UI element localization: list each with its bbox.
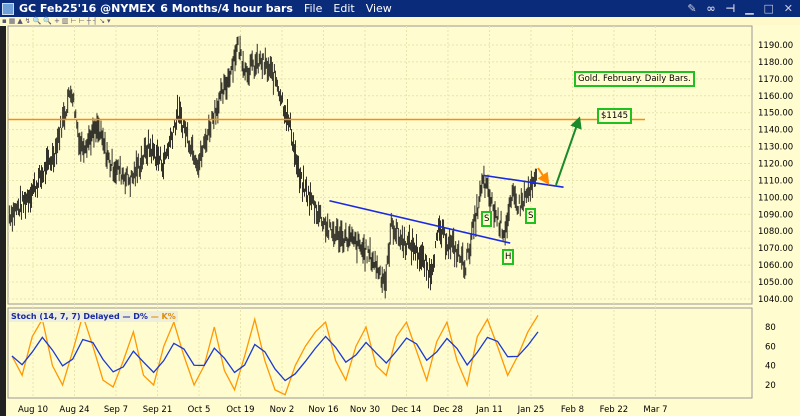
y-tick-label: 1060.00 bbox=[758, 261, 793, 271]
y-tick-label: 1080.00 bbox=[758, 227, 793, 237]
trendline bbox=[483, 174, 564, 189]
stoch-name: Stoch bbox=[11, 312, 37, 321]
x-tick-label: Oct 5 bbox=[188, 405, 211, 415]
y-tick-label: 1150.00 bbox=[758, 109, 793, 119]
d-legend: — D% bbox=[122, 312, 148, 321]
stoch-params: (14, 7, 7) Delayed bbox=[39, 312, 120, 321]
target-label: $1145 bbox=[597, 108, 633, 124]
right-shoulder-label: S bbox=[525, 208, 537, 224]
y-tick-label: 1110.00 bbox=[758, 176, 793, 186]
x-tick-label: Nov 30 bbox=[350, 405, 380, 415]
y-tick-label: 1120.00 bbox=[758, 160, 793, 170]
stoch-tick-label: 60 bbox=[765, 342, 776, 352]
y-tick-label: 1170.00 bbox=[758, 75, 793, 85]
y-tick-label: 1140.00 bbox=[758, 126, 793, 136]
x-tick-label: Nov 2 bbox=[270, 405, 295, 415]
stoch-legend[interactable]: Stoch (14, 7, 7) Delayed — D% — K% bbox=[9, 311, 178, 322]
x-tick-label: Sep 7 bbox=[104, 405, 128, 415]
x-tick-label: Feb 22 bbox=[600, 405, 629, 415]
stoch-tick-label: 80 bbox=[765, 323, 776, 333]
x-tick-label: Jan 11 bbox=[475, 405, 503, 415]
x-tick-label: Sep 21 bbox=[143, 405, 173, 415]
head-label: H bbox=[502, 249, 515, 265]
y-tick-label: 1190.00 bbox=[758, 41, 793, 51]
chart-title-label: Gold. February. Daily Bars. bbox=[574, 71, 695, 87]
y-tick-label: 1040.00 bbox=[758, 295, 793, 305]
y-tick-label: 1130.00 bbox=[758, 143, 793, 153]
y-tick-label: 1070.00 bbox=[758, 244, 793, 254]
left-scroll-strip bbox=[0, 26, 6, 416]
x-tick-label: Aug 24 bbox=[59, 405, 89, 415]
x-tick-label: Nov 16 bbox=[308, 405, 338, 415]
target-arrow bbox=[555, 116, 582, 186]
y-tick-label: 1090.00 bbox=[758, 210, 793, 220]
stoch-tick-label: 40 bbox=[765, 362, 776, 372]
k-legend: — K% bbox=[150, 312, 176, 321]
x-tick-label: Dec 14 bbox=[391, 405, 421, 415]
x-tick-label: Dec 28 bbox=[433, 405, 463, 415]
y-tick-label: 1160.00 bbox=[758, 92, 793, 102]
stoch-k-line bbox=[11, 313, 539, 396]
stoch-tick-label: 20 bbox=[765, 381, 776, 391]
x-tick-label: Jan 25 bbox=[517, 405, 545, 415]
y-tick-label: 1050.00 bbox=[758, 278, 793, 288]
x-tick-label: Mar 7 bbox=[643, 405, 667, 415]
y-tick-label: 1100.00 bbox=[758, 193, 793, 203]
pullback-arrow bbox=[537, 167, 550, 185]
price-chart[interactable]: Aug 10 Aug 24 Sep 7 Sep 21 Oct 5 Oct 19 Nov 2 N… bbox=[0, 0, 800, 416]
price-panel-frame bbox=[7, 25, 753, 305]
x-tick-label: Aug 10 bbox=[18, 405, 48, 415]
x-tick-label: Oct 19 bbox=[226, 405, 254, 415]
x-tick-label: Feb 8 bbox=[561, 405, 584, 415]
left-shoulder-label: S bbox=[481, 211, 493, 227]
y-tick-label: 1180.00 bbox=[758, 58, 793, 68]
